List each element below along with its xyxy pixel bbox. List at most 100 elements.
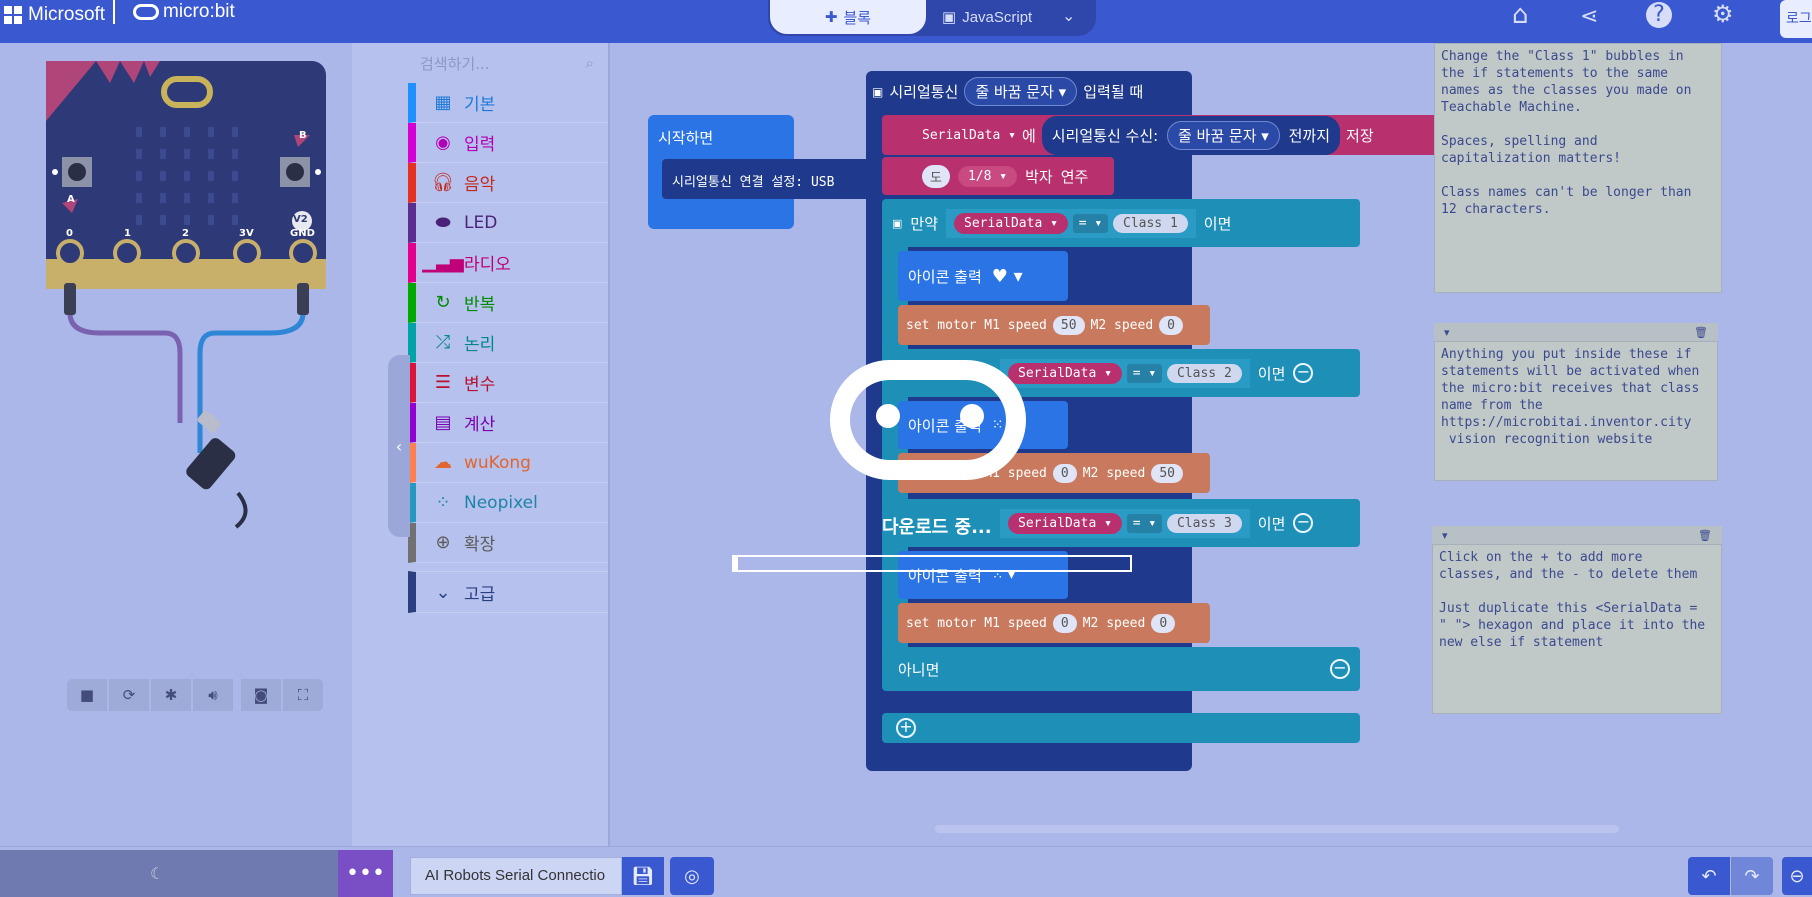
- comment-note[interactable]: Anything you put inside these if stateme…: [1434, 341, 1718, 481]
- operator-dropdown[interactable]: = ▾: [1126, 363, 1163, 383]
- help-icon[interactable]: ?: [1646, 2, 1672, 28]
- search-icon[interactable]: ⌕: [586, 54, 594, 72]
- set-motor-block[interactable]: set motor M1 speed 0 M2 speed 50: [898, 453, 1210, 493]
- variable-serialdata[interactable]: SerialData ▾: [1008, 362, 1122, 384]
- delimiter-dropdown[interactable]: 줄 바꿈 문자 ▾: [964, 77, 1078, 106]
- show-icon-block[interactable]: 아이콘 출력 ♥ ▾: [898, 251, 1068, 301]
- heart-icon[interactable]: ♥ ▾: [992, 266, 1023, 287]
- blocks-workspace[interactable]: 시작하면 시리얼통신 연결 설정: USB ▣ 시리얼통신 줄 바꿈 문자 ▾ …: [610, 43, 1812, 846]
- category-led[interactable]: ⬬ LED: [408, 203, 608, 243]
- class-string[interactable]: Class 2: [1166, 363, 1242, 383]
- category-radio[interactable]: ▁▃▅ 라디오: [408, 243, 608, 283]
- caret-down-icon[interactable]: ▾: [1444, 326, 1450, 339]
- project-name-input[interactable]: AI Robots Serial Connectio: [410, 857, 622, 895]
- category-math[interactable]: ▤ 계산: [408, 403, 608, 443]
- microbit-board[interactable]: [0, 43, 352, 603]
- category-wukong[interactable]: ☁ wuKong: [408, 443, 608, 483]
- m2-speed-value[interactable]: 50: [1151, 463, 1183, 483]
- category-variables[interactable]: ☰ 변수: [408, 363, 608, 403]
- category-input[interactable]: ◉ 입력: [408, 123, 608, 163]
- stop-button[interactable]: ■: [67, 679, 107, 711]
- comment-note[interactable]: Click on the + to add more classes, and …: [1432, 544, 1722, 714]
- category-label: 확장: [464, 535, 496, 555]
- operator-dropdown[interactable]: = ▾: [1072, 213, 1109, 233]
- m1-speed-value[interactable]: 0: [1052, 613, 1077, 633]
- tab-javascript[interactable]: ▣ JavaScript: [930, 0, 1060, 34]
- m1-speed-value[interactable]: 50: [1052, 315, 1085, 335]
- compare-block[interactable]: SerialData ▾ = ▾ Class 1: [946, 208, 1196, 238]
- variable-serialdata[interactable]: SerialData ▾: [1008, 512, 1122, 534]
- collapse-simulator-button[interactable]: ‹: [388, 355, 410, 537]
- chevron-down-icon[interactable]: ⌄: [1062, 6, 1075, 25]
- note-value[interactable]: 도: [922, 164, 950, 188]
- download-button[interactable]: ☾: [0, 850, 338, 897]
- trash-icon[interactable]: 🗑︎: [1694, 326, 1708, 339]
- debug-button[interactable]: ✱: [151, 679, 191, 711]
- category-logic[interactable]: ⤮ 논리: [408, 323, 608, 363]
- category-basic[interactable]: ▦ 기본: [408, 83, 608, 123]
- save-button[interactable]: 💾︎: [622, 857, 664, 895]
- toolbox-search[interactable]: 검색하기... ⌕: [408, 43, 608, 83]
- remove-branch-icon[interactable]: −: [1293, 513, 1314, 533]
- serial-read-until-block[interactable]: 시리얼통신 수신: 줄 바꿈 문자 ▾ 전까지: [1041, 115, 1341, 155]
- login-button[interactable]: 로그: [1780, 0, 1812, 38]
- class-string[interactable]: Class 3: [1166, 513, 1242, 533]
- microbit-logo[interactable]: micro:bit: [133, 1, 235, 23]
- motor-label: set motor M1 speed: [906, 465, 1047, 481]
- search-input[interactable]: 검색하기...: [420, 53, 490, 74]
- serial-redirect-usb-block[interactable]: 시리얼통신 연결 설정: USB: [662, 159, 882, 199]
- beat-dropdown[interactable]: 1/8 ▾: [957, 165, 1018, 187]
- else-block[interactable]: 아니면 −: [882, 647, 1360, 691]
- simulator-controls: ■ ⟳ ✱ 🔊︎ ◙ ⛶: [67, 679, 323, 711]
- category-label: 음악: [464, 175, 496, 195]
- else-if-block[interactable]: SerialData ▾ = ▾ Class 3 이면 −: [882, 499, 1360, 547]
- caret-down-icon[interactable]: ▾: [1442, 529, 1448, 542]
- class-string[interactable]: Class 1: [1113, 213, 1188, 233]
- show-icon-block[interactable]: 아이콘 출력 ⁙ ▾: [898, 401, 1068, 449]
- add-branch-icon[interactable]: +: [896, 718, 916, 738]
- restart-button[interactable]: ⟳: [109, 679, 149, 711]
- set-variable-block[interactable]: SerialData ▾ 에 시리얼통신 수신: 줄 바꿈 문자 ▾ 전까지 저…: [882, 115, 1454, 155]
- microsoft-logo[interactable]: Microsoft: [4, 4, 105, 26]
- share-icon[interactable]: ⋖: [1580, 4, 1598, 29]
- gear-icon[interactable]: ⚙: [1712, 0, 1734, 28]
- show-icon-block[interactable]: 아이콘 출력 ⁙ ▾: [898, 551, 1068, 599]
- fullscreen-button[interactable]: ⛶: [283, 679, 323, 711]
- more-options-button[interactable]: •••: [338, 850, 393, 897]
- else-if-block[interactable]: SerialData ▾ = ▾ Class 2 이면 −: [882, 349, 1360, 397]
- m2-speed-value[interactable]: 0: [1151, 613, 1176, 633]
- comment-note[interactable]: Change the "Class 1" bubbles in the if s…: [1434, 43, 1722, 293]
- remove-else-icon[interactable]: −: [1330, 659, 1350, 679]
- mute-button[interactable]: 🔊︎: [193, 679, 233, 711]
- set-motor-block[interactable]: set motor M1 speed 50 M2 speed 0: [898, 305, 1210, 345]
- set-to-label: 에: [1021, 126, 1036, 145]
- undo-button[interactable]: ↶: [1688, 857, 1730, 895]
- category-neopixel[interactable]: ⁘ Neopixel: [408, 483, 608, 523]
- category-advanced[interactable]: ⌄ 고급: [408, 571, 608, 613]
- play-tone-block[interactable]: 도 1/8 ▾ 박자 연주: [882, 157, 1114, 195]
- pattern-icon[interactable]: ⁙ ▾: [992, 567, 1015, 583]
- screenshot-button[interactable]: ◙: [241, 679, 281, 711]
- category-loops[interactable]: ↻ 반복: [408, 283, 608, 323]
- read-delimiter-dropdown[interactable]: 줄 바꿈 문자 ▾: [1166, 120, 1280, 150]
- category-extensions[interactable]: ⊕ 확장: [408, 523, 608, 563]
- remove-branch-icon[interactable]: −: [1293, 363, 1314, 383]
- compare-block[interactable]: SerialData ▾ = ▾ Class 3: [1000, 508, 1250, 538]
- m2-speed-value[interactable]: 0: [1159, 315, 1183, 335]
- zoom-out-button[interactable]: ⊖: [1782, 857, 1812, 895]
- variable-serialdata[interactable]: SerialData ▾: [954, 212, 1068, 234]
- category-music[interactable]: 🎧︎ 음악: [408, 163, 608, 203]
- trash-icon[interactable]: 🗑︎: [1698, 529, 1712, 542]
- variable-dropdown[interactable]: SerialData ▾: [922, 128, 1016, 143]
- tab-blocks[interactable]: ✚ 블록: [770, 0, 926, 34]
- operator-dropdown[interactable]: = ▾: [1126, 513, 1163, 533]
- set-motor-block[interactable]: set motor M1 speed 0 M2 speed 0: [898, 603, 1210, 643]
- m1-speed-value[interactable]: 0: [1052, 463, 1077, 483]
- redo-button[interactable]: ↷: [1731, 857, 1773, 895]
- github-button[interactable]: ◎: [670, 857, 714, 895]
- if-block[interactable]: ▣ 만약 SerialData ▾ = ▾ Class 1 이면: [882, 199, 1360, 247]
- serial-usb-label: 시리얼통신 연결 설정: USB: [672, 175, 835, 190]
- home-icon[interactable]: ⌂: [1512, 0, 1529, 30]
- pattern-icon[interactable]: ⁙ ▾: [992, 417, 1015, 433]
- compare-block[interactable]: SerialData ▾ = ▾ Class 2: [1000, 358, 1250, 388]
